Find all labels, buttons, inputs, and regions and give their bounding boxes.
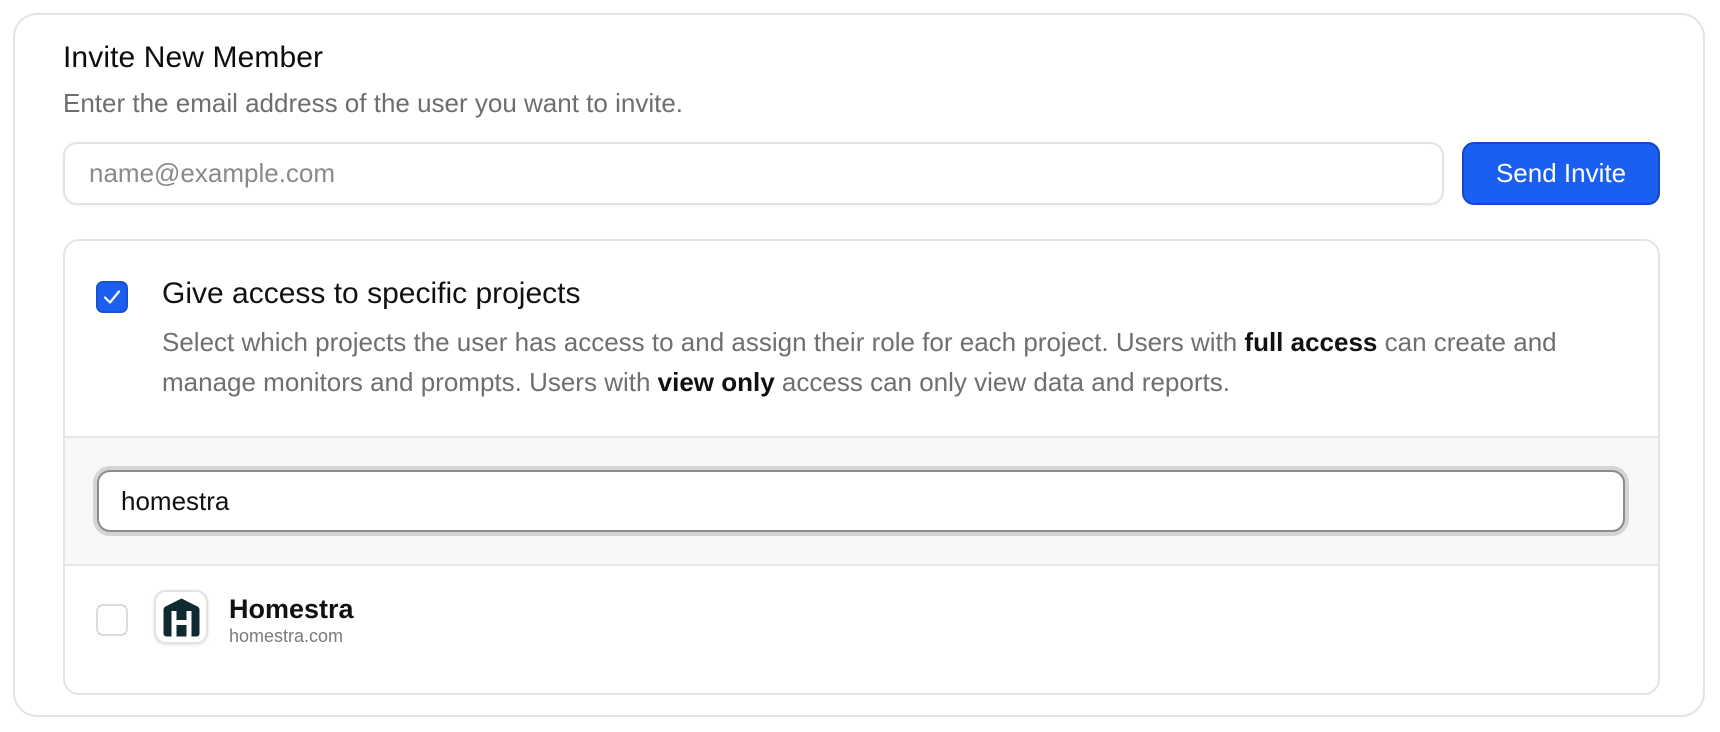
project-list-item[interactable]: Homestra homestra.com [65, 566, 1658, 693]
email-input[interactable] [63, 142, 1444, 205]
project-domain: homestra.com [229, 626, 344, 646]
project-access-toggle-row: Give access to specific projects Select … [65, 241, 1658, 436]
project-access-panel: Give access to specific projects Select … [63, 239, 1660, 695]
send-invite-button[interactable]: Send Invite [1462, 142, 1660, 205]
invite-member-card: Invite New Member Enter the email addres… [13, 13, 1705, 717]
project-select-checkbox[interactable] [96, 604, 128, 636]
project-name: Homestra [229, 594, 354, 624]
specific-projects-checkbox[interactable] [96, 281, 128, 313]
specific-projects-label: Give access to specific projects [162, 277, 581, 310]
view-only-term: view only [657, 367, 775, 397]
project-search-input[interactable] [97, 470, 1625, 532]
access-desc-text: Select which projects the user has acces… [162, 327, 1245, 357]
page-subtitle: Enter the email address of the user you … [63, 88, 684, 118]
checkmark-icon [103, 290, 121, 304]
page-title: Invite New Member [63, 41, 324, 74]
access-description: Select which projects the user has acces… [162, 322, 1602, 402]
access-desc-text: access can only view data and reports. [774, 367, 1230, 397]
project-logo [154, 590, 208, 644]
project-search-band [65, 436, 1658, 566]
full-access-term: full access [1244, 327, 1378, 357]
house-h-logo-icon [163, 598, 200, 637]
